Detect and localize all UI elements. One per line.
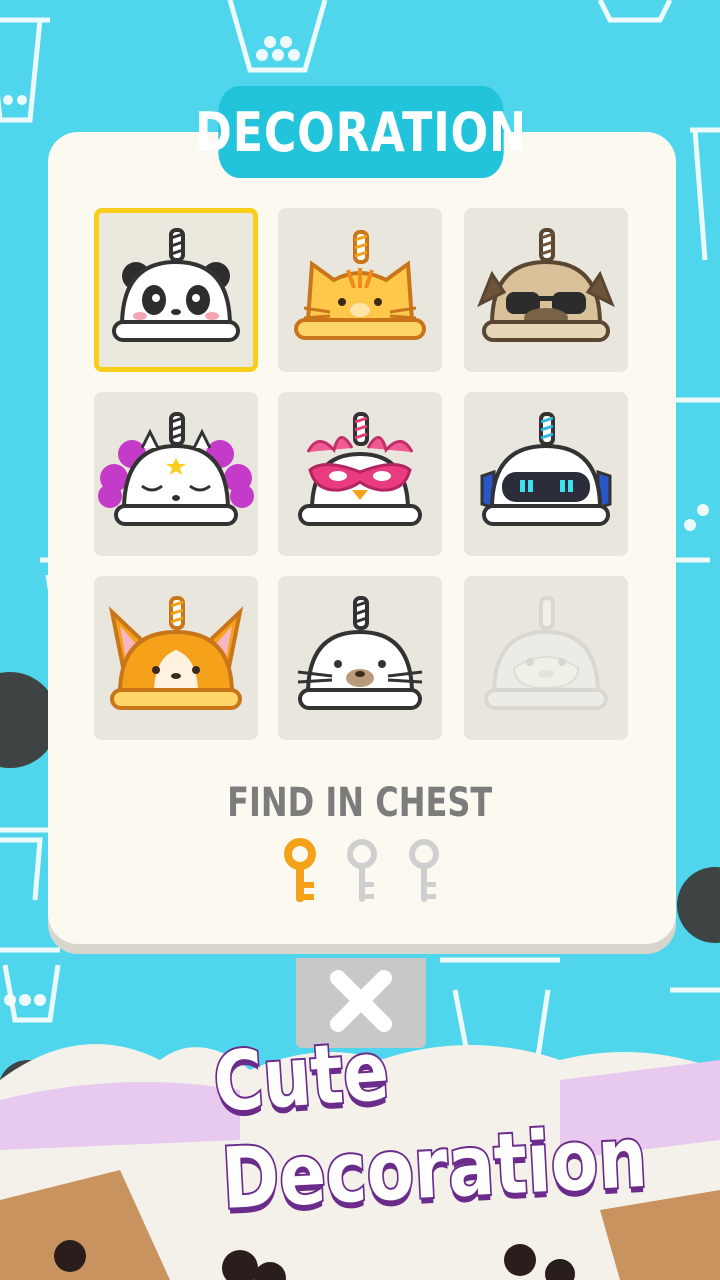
key-icon-empty [409,839,439,902]
unicorn-icon [98,412,254,526]
decoration-tile-seal[interactable] [278,576,442,740]
panel-title-tab: DECORATION [195,86,526,178]
promo-title-line-1: Cute [209,1022,394,1133]
key-icon-empty [347,839,377,902]
pug-icon [477,228,615,342]
panda-icon [112,228,240,342]
decoration-tile-cat[interactable] [278,208,442,372]
decoration-tile-masked-bird[interactable] [278,392,442,556]
chest-keys [280,838,440,908]
page-title: DECORATION [195,100,527,164]
seal-icon [297,596,423,710]
decoration-grid [94,208,630,742]
corgi-icon [108,596,244,710]
penguin-icon [484,596,608,710]
decoration-tile-corgi[interactable] [94,576,258,740]
robot-icon [480,412,612,526]
find-in-chest-label: FIND IN CHEST [227,780,493,826]
decoration-tile-panda[interactable] [94,208,258,372]
masked-bird-icon [298,412,422,526]
decoration-tile-unicorn[interactable] [94,392,258,556]
decoration-tile-penguin-locked[interactable] [464,576,628,740]
cat-icon [294,230,426,340]
decoration-tile-robot[interactable] [464,392,628,556]
key-icon-collected [284,838,316,902]
decoration-tile-pug[interactable] [464,208,628,372]
